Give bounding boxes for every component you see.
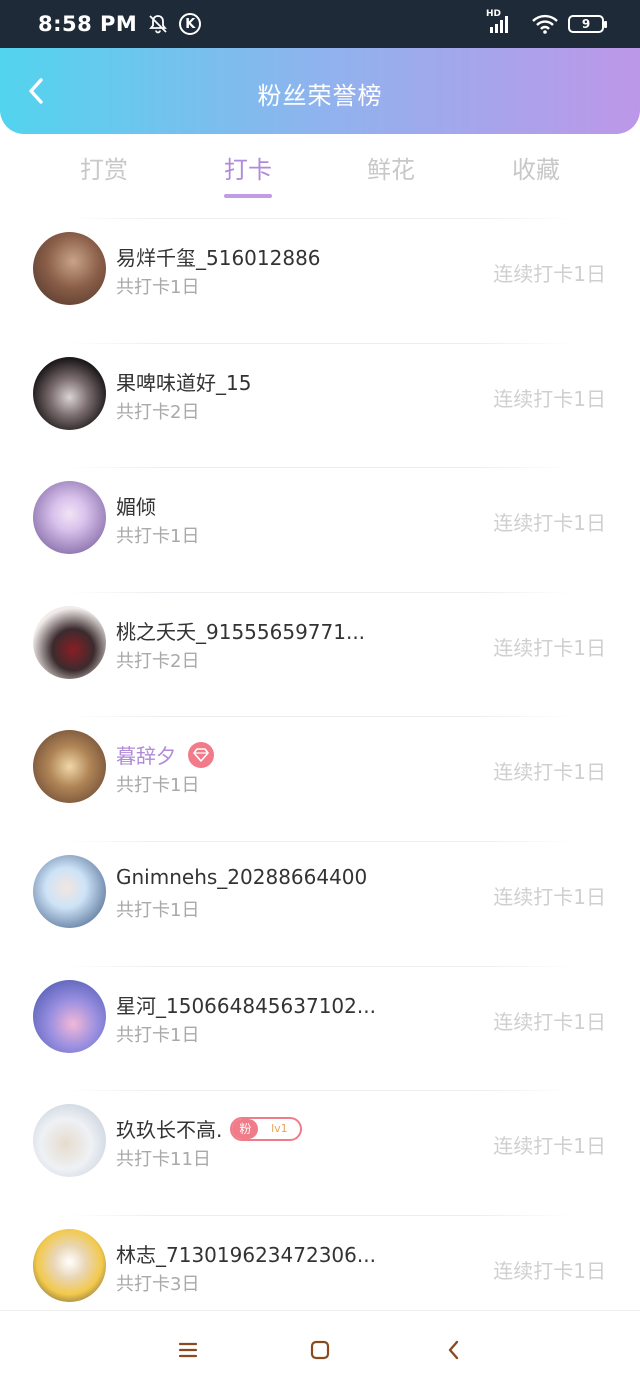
total-checkins: 共打卡1日 (116, 899, 200, 921)
user-name: 暮辞夕 (116, 744, 176, 769)
total-checkins: 共打卡2日 (116, 650, 200, 672)
avatar[interactable] (33, 979, 106, 1053)
fan-badge-label: 粉 (232, 1118, 259, 1139)
streak-label: 连续打卡1日 (493, 1258, 606, 1283)
signal-icon: HD (486, 10, 512, 34)
list-item[interactable]: 易烊千玺_516012886 共打卡1日 连续打卡1日 (0, 218, 640, 343)
home-icon[interactable] (307, 1337, 333, 1363)
avatar[interactable] (33, 605, 106, 679)
page-title: 粉丝荣誉榜 (257, 82, 383, 110)
list-item[interactable]: 桃之夭夭_91555659771... 共打卡2日 连续打卡1日 (0, 591, 640, 717)
avatar[interactable] (33, 854, 106, 928)
total-checkins: 共打卡1日 (116, 1024, 200, 1046)
list-item[interactable]: 玖玖长不高. 粉 lv1 共打卡11日 连续打卡1日 (0, 1090, 640, 1215)
avatar[interactable] (33, 232, 106, 305)
wifi-icon (532, 14, 558, 34)
user-name: 易烊千玺_516012886 (116, 246, 321, 270)
user-name: 星河_150664845637102... (116, 993, 376, 1018)
streak-label: 连续打卡1日 (493, 1009, 606, 1034)
total-checkins: 共打卡2日 (116, 401, 200, 423)
avatar[interactable] (33, 356, 106, 430)
streak-label: 连续打卡1日 (493, 511, 606, 536)
back-icon[interactable] (441, 1337, 467, 1363)
tab-reward[interactable]: 打赏 (44, 150, 164, 185)
k-app-icon: K (179, 13, 202, 35)
user-name: 玖玖长不高. (116, 1118, 223, 1143)
avatar[interactable] (33, 1104, 106, 1178)
total-checkins: 共打卡3日 (116, 1273, 200, 1295)
list-item[interactable]: 媚倾 共打卡1日 连续打卡1日 (0, 467, 640, 592)
streak-label: 连续打卡1日 (493, 884, 606, 909)
fan-list: 易烊千玺_516012886 共打卡1日 连续打卡1日 果啤味道好_15 共打卡… (0, 218, 640, 1339)
list-item[interactable]: 果啤味道好_15 共打卡2日 连续打卡1日 (0, 342, 640, 468)
tab-checkin[interactable]: 打卡 (188, 150, 308, 185)
list-item[interactable]: 星河_150664845637102... 共打卡1日 连续打卡1日 (0, 965, 640, 1091)
menu-icon[interactable] (175, 1337, 201, 1363)
streak-label: 连续打卡1日 (493, 635, 606, 660)
status-time: 8:58 PM (38, 12, 138, 36)
user-name: 林志_713019623472306... (116, 1242, 376, 1267)
active-tab-indicator (224, 194, 272, 198)
network-label: HD (486, 9, 502, 19)
silent-bell-icon (147, 13, 169, 35)
battery-icon: 9 (568, 15, 607, 33)
fan-level-badge: 粉 lv1 (230, 1116, 303, 1141)
user-name: 桃之夭夭_91555659771... (116, 619, 366, 644)
streak-label: 连续打卡1日 (493, 1134, 606, 1159)
tab-bar: 打赏 打卡 鲜花 收藏 (0, 134, 640, 206)
tab-flowers[interactable]: 鲜花 (331, 150, 451, 185)
fan-badge-level: lv1 (271, 1122, 288, 1136)
avatar[interactable] (33, 481, 106, 555)
system-nav-bar (0, 1310, 640, 1387)
streak-label: 连续打卡1日 (493, 760, 606, 785)
user-name: 媚倾 (116, 495, 156, 520)
avatar[interactable] (33, 730, 106, 804)
list-item[interactable]: Gnimnehs_20288664400 共打卡1日 连续打卡1日 (0, 840, 640, 966)
status-bar: 8:58 PM K HD 9 (0, 0, 640, 48)
total-checkins: 共打卡1日 (116, 277, 200, 298)
avatar[interactable] (33, 1228, 106, 1302)
user-name: 果啤味道好_15 (116, 370, 252, 395)
streak-label: 连续打卡1日 (493, 386, 606, 411)
header: 粉丝荣誉榜 (0, 48, 640, 134)
streak-label: 连续打卡1日 (493, 262, 606, 286)
diamond-badge-icon (188, 741, 214, 768)
total-checkins: 共打卡11日 (116, 1149, 211, 1171)
total-checkins: 共打卡1日 (116, 526, 200, 548)
tab-favorites[interactable]: 收藏 (476, 150, 596, 185)
user-name: Gnimnehs_20288664400 (116, 864, 368, 889)
total-checkins: 共打卡1日 (116, 775, 200, 797)
list-item[interactable]: 暮辞夕 共打卡1日 连续打卡1日 (0, 716, 640, 841)
